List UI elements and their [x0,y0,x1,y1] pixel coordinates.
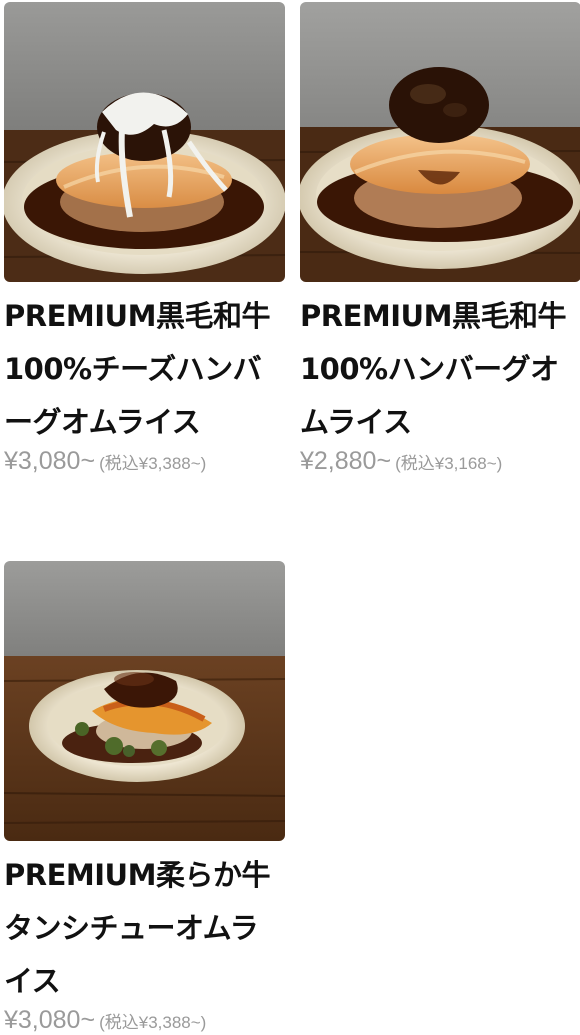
menu-item-photo[interactable] [4,561,285,841]
menu-item-price-row: ¥2,880~ (税込¥3,168~) [300,447,580,476]
menu-item-title[interactable]: PREMIUM黒毛和牛100%ハンバーグオムライス [300,290,580,449]
menu-item-price: ¥3,080~ [4,1006,96,1034]
menu-item-price: ¥2,880~ [300,447,392,475]
hamburg-omurice-image [300,2,580,282]
menu-item-tax-price: (税込¥3,388~) [99,1013,207,1032]
menu-item-title[interactable]: PREMIUM柔らか牛タンシチューオムライス [4,849,285,1008]
menu-item-tax-price: (税込¥3,168~) [395,454,503,473]
menu-grid: PREMIUM黒毛和牛100%チーズハンバーグオムライス ¥3,080~ (税込¥… [0,0,580,1034]
menu-item-photo[interactable] [4,2,285,282]
menu-card-cheese-hamburg-omurice[interactable]: PREMIUM黒毛和牛100%チーズハンバーグオムライス ¥3,080~ (税込¥… [4,2,285,476]
menu-item-price-row: ¥3,080~ (税込¥3,388~) [4,1006,285,1035]
menu-item-price-row: ¥3,080~ (税込¥3,388~) [4,447,285,476]
menu-item-tax-price: (税込¥3,388~) [99,454,207,473]
menu-item-title[interactable]: PREMIUM黒毛和牛100%チーズハンバーグオムライス [4,290,285,449]
beef-tongue-stew-omurice-image [4,561,285,841]
cheese-hamburg-omurice-image [4,2,285,282]
menu-item-photo[interactable] [300,2,580,282]
menu-card-beef-tongue-stew-omurice[interactable]: PREMIUM柔らか牛タンシチューオムライス ¥3,080~ (税込¥3,388~… [4,561,285,1035]
menu-card-hamburg-omurice[interactable]: PREMIUM黒毛和牛100%ハンバーグオムライス ¥2,880~ (税込¥3,1… [300,2,580,476]
menu-item-price: ¥3,080~ [4,447,96,475]
